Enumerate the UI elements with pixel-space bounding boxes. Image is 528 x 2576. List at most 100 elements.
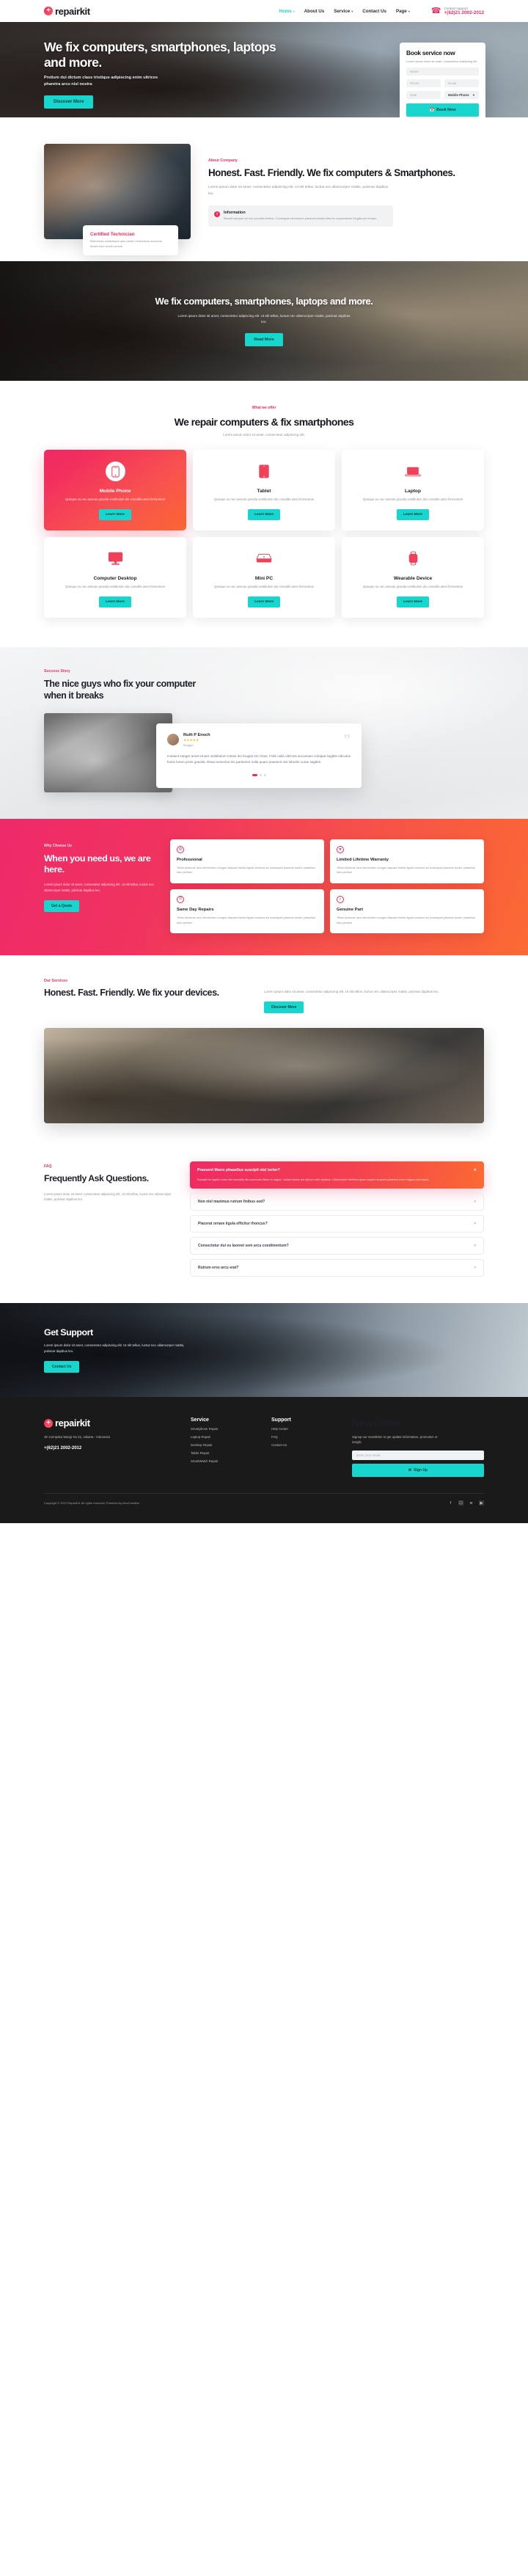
pagination-dot[interactable] — [259, 773, 262, 776]
service-card-mobile-phone[interactable]: Mobile Phone Quisque eu nec aenean gravi… — [44, 450, 186, 530]
booking-device-value: Mobile Phone — [448, 92, 469, 97]
faq-question: Consectetur dui eu laoreet sem arcu cond… — [198, 1244, 289, 1249]
service-card-wearable-device[interactable]: Wearable Device Quisque eu nec aenean gr… — [342, 536, 484, 618]
certified-technician-title: Certified Technician — [90, 232, 135, 238]
quote-icon: ” — [343, 731, 351, 748]
nav-label: Home — [279, 8, 292, 14]
chevron-down-icon[interactable]: ▾ — [474, 1200, 476, 1204]
booking-phone-input[interactable]: Phone — [406, 79, 441, 87]
why-card-body: Tellus dictumst arcu elementum congue al… — [337, 916, 476, 924]
our-services-discover-more-button[interactable]: Discover More — [264, 1001, 304, 1014]
why-eyebrow: Why Choose Us — [44, 843, 73, 848]
services-title: We repair computers & fix smartphones — [174, 416, 354, 428]
service-card-tablet[interactable]: Tablet Quisque eu nec aenean gravida ves… — [193, 450, 335, 530]
brand-logo[interactable]: + repairkit — [44, 6, 90, 17]
service-learn-more-button[interactable]: Learn More — [397, 596, 429, 607]
facebook-icon[interactable]: f — [448, 1500, 453, 1506]
our-services-eyebrow: Our Services — [44, 979, 68, 984]
faq-item-open[interactable]: Praesent libero phasellus suscipit nisl … — [190, 1161, 484, 1189]
booking-submit-label: Book Now — [436, 107, 456, 112]
faq-body: Lorem ipsum dolor sit amet, consectetur … — [44, 1192, 172, 1202]
our-services-section: Our Services Honest. Fast. Friendly. We … — [0, 955, 528, 1143]
booking-email-input[interactable]: Email — [444, 79, 479, 87]
why-card-body: Tellus dictumst arcu elementum congue al… — [177, 866, 316, 875]
pagination-dot-active[interactable] — [252, 773, 257, 776]
booking-submit-button[interactable]: 📅 Book Now — [406, 103, 479, 117]
instagram-icon[interactable]: ☐ — [458, 1500, 463, 1506]
nav-item-contact-us[interactable]: Contact Us — [362, 9, 386, 14]
footer-link-desktop-repair[interactable]: Desktop Repair — [191, 1443, 271, 1447]
booking-device-select[interactable]: Mobile Phone ▼ — [444, 90, 479, 99]
faq-item[interactable]: Placerat ornare ligula efficitur rhoncus… — [190, 1215, 484, 1233]
newsletter-signup-label: Sign Up — [414, 1468, 428, 1473]
plus-icon: + — [44, 1418, 53, 1428]
why-card-title: Limited Lifetime Warranty — [337, 857, 389, 862]
footer-link-smartphone-repair[interactable]: Smartphone Repair — [191, 1427, 271, 1431]
newsletter-signup-button[interactable]: ✉ Sign Up — [352, 1464, 484, 1478]
faq-item[interactable]: Rutrum eros arcu erat? ▾ — [190, 1259, 484, 1277]
service-card-mini-pc[interactable]: Mini PC Quisque eu nec aenean gravida ve… — [193, 536, 335, 618]
services-card-grid: Mobile Phone Quisque eu nec aenean gravi… — [44, 450, 484, 618]
why-card-same-day-repairs: ⏱ Same Day Repairs Tellus dictumst arcu … — [170, 889, 324, 934]
chevron-down-icon[interactable]: ▾ — [474, 1222, 476, 1226]
service-learn-more-button[interactable]: Learn More — [99, 596, 131, 607]
nav-item-page[interactable]: Page ▾ — [396, 9, 410, 14]
faq-accordion: Praesent libero phasellus suscipit nisl … — [190, 1161, 484, 1277]
our-services-title: Honest. Fast. Friendly. We fix your devi… — [44, 988, 219, 999]
chevron-down-icon[interactable]: ▾ — [474, 1266, 476, 1270]
nav-item-about-us[interactable]: About Us — [304, 9, 325, 14]
service-card-computer-desktop[interactable]: Computer Desktop Quisque eu nec aenean g… — [44, 536, 186, 618]
service-card-body: Quisque eu nec aenean gravida vestibulum… — [65, 584, 166, 588]
footer-social-links: f ☐ w ▶ — [448, 1500, 484, 1506]
service-card-title: Mobile Phone — [99, 489, 131, 494]
faq-question: Placerat ornare ligula efficitur rhoncus… — [198, 1222, 268, 1227]
cta-body: Lorem ipsum dolor sit amet, consectetur … — [177, 314, 351, 324]
booking-date-input[interactable]: Date — [406, 90, 441, 99]
newsletter-email-input[interactable]: Enter your email — [352, 1451, 484, 1461]
hero-discover-more-button[interactable]: Discover More — [44, 95, 94, 109]
about-information-box: i Information Blandit natoque vel nisi c… — [208, 205, 393, 227]
footer-link-laptop-repair[interactable]: Laptop Repair — [191, 1435, 271, 1439]
youtube-icon[interactable]: ▶ — [479, 1500, 484, 1506]
chevron-down-icon: ▾ — [351, 9, 353, 13]
cta-read-more-button[interactable]: Read More — [245, 333, 283, 347]
service-learn-more-button[interactable]: Learn More — [99, 508, 131, 520]
service-card-title: Tablet — [257, 489, 271, 494]
footer-link-tablet-repair[interactable]: Tablet Repair — [191, 1451, 271, 1455]
service-learn-more-button[interactable]: Learn More — [248, 596, 280, 607]
faq-item[interactable]: Consectetur dui eu laoreet sem arcu cond… — [190, 1237, 484, 1255]
laptop-icon — [350, 461, 476, 481]
footer-link-faq[interactable]: FAQ — [271, 1435, 352, 1439]
twitter-icon[interactable]: w — [469, 1500, 474, 1506]
nav-label: Service — [334, 8, 351, 14]
support-title: Get Support — [44, 1327, 93, 1338]
booking-name-input[interactable]: Name — [406, 67, 479, 76]
footer-link-smartwatch-repair[interactable]: SmartWatch Repair — [191, 1459, 271, 1463]
header-contact[interactable]: ☎ Contact support +(62)21 2002-2012 — [431, 7, 484, 15]
nav-item-home[interactable]: Home ▾ — [279, 9, 295, 14]
service-card-laptop[interactable]: Laptop Quisque eu nec aenean gravida ves… — [342, 450, 484, 530]
faq-question: Rutrum eros arcu erat? — [198, 1266, 239, 1271]
service-card-title: Mini PC — [254, 575, 274, 581]
faq-item[interactable]: Non nisl maximus rutrum finibus sed? ▾ — [190, 1193, 484, 1211]
pagination-dot[interactable] — [263, 773, 266, 776]
cta-banner: We fix computers, smartphones, laptops a… — [0, 261, 528, 381]
support-contact-us-button[interactable]: Contact Us — [44, 1361, 80, 1373]
footer-link-contact-us[interactable]: Contact Us — [271, 1443, 352, 1447]
footer-column-title: Service — [191, 1417, 209, 1423]
chevron-down-icon[interactable]: ▾ — [474, 1244, 476, 1248]
nav-item-service[interactable]: Service ▾ — [334, 9, 353, 14]
get-a-quote-button[interactable]: Get a Quote — [44, 900, 80, 913]
footer-address: Jln Cempaka Wangi No 22, Jakarta - Indon… — [44, 1435, 110, 1440]
service-card-body: Quisque eu nec aenean gravida vestibulum… — [213, 584, 315, 588]
footer-logo[interactable]: + repairkit — [44, 1417, 191, 1429]
service-learn-more-button[interactable]: Learn More — [248, 508, 280, 520]
story-photo — [44, 712, 172, 792]
calendar-icon: 📅 — [429, 107, 435, 112]
testimonial-quote: Invidunt integer amet ornare vestibulum … — [167, 754, 351, 765]
testimonial-pagination[interactable] — [167, 773, 351, 776]
service-learn-more-button[interactable]: Learn More — [397, 508, 429, 520]
close-icon[interactable]: ✕ — [474, 1168, 477, 1172]
footer-link-help-center[interactable]: Help Center — [271, 1427, 352, 1431]
phone-icon: ☎ — [430, 6, 441, 15]
